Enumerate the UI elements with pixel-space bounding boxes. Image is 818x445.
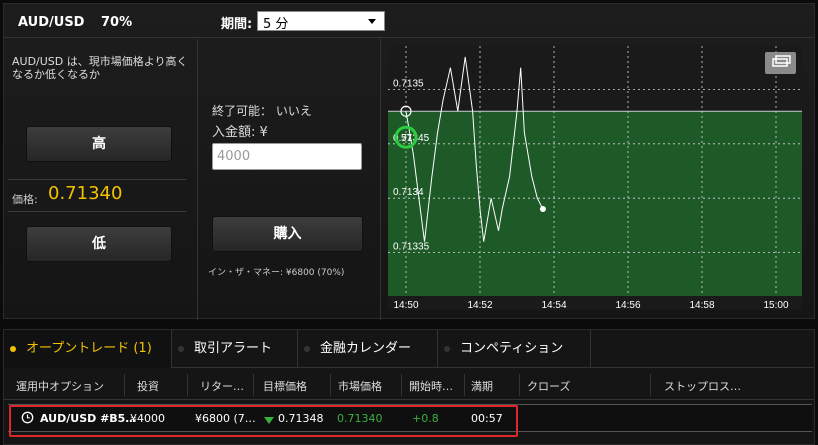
- target-zone: [388, 111, 802, 296]
- option-description: AUD/USD は、現市場価格より高くなるか低くなるか: [12, 55, 188, 81]
- tab-indicator-icon: [444, 346, 450, 352]
- column-divider: [187, 374, 188, 396]
- marker-label: 57: [401, 133, 413, 144]
- y-tick-label: 0.7135: [393, 78, 424, 89]
- price-label: 価格:: [12, 193, 38, 206]
- column-header[interactable]: 投資: [137, 378, 159, 394]
- direction-panel: AUD/USD は、現市場価格より高くなるか低くなるか 高 価格: 0.7134…: [4, 39, 198, 320]
- x-tick-label: 14:52: [467, 300, 492, 310]
- amount-input[interactable]: 4000: [212, 143, 362, 170]
- column-divider: [253, 374, 254, 396]
- x-tick-label: 14:54: [541, 300, 566, 310]
- period-label: 期間:: [221, 17, 253, 32]
- chevron-down-icon: [368, 19, 376, 24]
- tab-open-trades[interactable]: オープントレード (1): [4, 330, 172, 368]
- divider: [8, 211, 186, 212]
- tab-bar: オープントレード (1) 取引アラート 金融カレンダー コンペティション: [4, 330, 814, 368]
- y-tick-label: 0.7134: [393, 187, 424, 198]
- in-the-money-text: イン・ザ・マネー: ¥6800 (70%): [208, 268, 345, 278]
- tab-label: コンペティション: [460, 341, 564, 356]
- tab-indicator-icon: [10, 346, 16, 352]
- tab-label: 金融カレンダー: [320, 341, 412, 356]
- buy-button[interactable]: 購入: [212, 216, 363, 252]
- column-header[interactable]: 市場価格: [338, 378, 382, 394]
- tab-indicator-icon: [178, 346, 184, 352]
- period-select[interactable]: 5 分: [257, 11, 385, 32]
- column-divider: [330, 374, 331, 396]
- high-button[interactable]: 高: [26, 126, 172, 162]
- divider: [8, 179, 186, 180]
- column-header[interactable]: リター…: [200, 378, 244, 394]
- column-header[interactable]: 運用中オプション: [16, 378, 104, 394]
- order-panel: 終了可能： いいえ 入金額: ¥ 4000 購入 イン・ザ・マネー: ¥6800…: [198, 39, 381, 320]
- chart-expand-icon[interactable]: [765, 52, 796, 74]
- current-price-dot: [539, 206, 546, 213]
- column-divider: [650, 374, 651, 396]
- column-divider: [519, 374, 520, 396]
- tab-label: 取引アラート: [194, 341, 273, 356]
- deposit-label: 入金額: ¥: [212, 125, 268, 140]
- tab-competition[interactable]: コンペティション: [438, 330, 591, 368]
- column-header[interactable]: クローズ: [527, 378, 570, 394]
- low-button[interactable]: 低: [26, 226, 172, 262]
- selection-highlight: [9, 405, 518, 437]
- trade-header: AUD/USD 70% 期間: 5 分: [4, 4, 814, 38]
- x-tick-label: 14:50: [393, 300, 418, 310]
- price-chart: 0.71350.713450.71340.71335 14:50 14:52 14:…: [388, 46, 802, 310]
- column-header[interactable]: ストップロス…: [664, 378, 741, 394]
- asset-symbol: AUD/USD: [18, 15, 85, 30]
- table-header: 運用中オプション 投資 リター… 目標価格 市場価格 開始時… 満期 クローズ …: [4, 369, 814, 400]
- tab-indicator-icon: [304, 346, 310, 352]
- y-tick-label: 0.71335: [393, 242, 430, 253]
- early-close-text: 終了可能： いいえ: [212, 104, 312, 118]
- x-tick-label: 14:56: [615, 300, 640, 310]
- tab-economic-calendar[interactable]: 金融カレンダー: [298, 330, 438, 368]
- x-tick-label: 14:58: [689, 300, 714, 310]
- period-value: 5 分: [263, 17, 289, 32]
- column-header[interactable]: 目標価格: [263, 378, 307, 394]
- tab-trade-alerts[interactable]: 取引アラート: [172, 330, 298, 368]
- column-divider: [124, 374, 125, 396]
- tab-label: オープントレード (1): [26, 341, 152, 356]
- column-divider: [401, 374, 402, 396]
- column-header[interactable]: 開始時…: [409, 378, 453, 394]
- current-price: 0.71340: [48, 183, 123, 204]
- column-header[interactable]: 満期: [471, 378, 493, 394]
- payout-percent: 70%: [101, 15, 133, 30]
- column-divider: [464, 374, 465, 396]
- x-tick-label: 15:00: [763, 300, 788, 310]
